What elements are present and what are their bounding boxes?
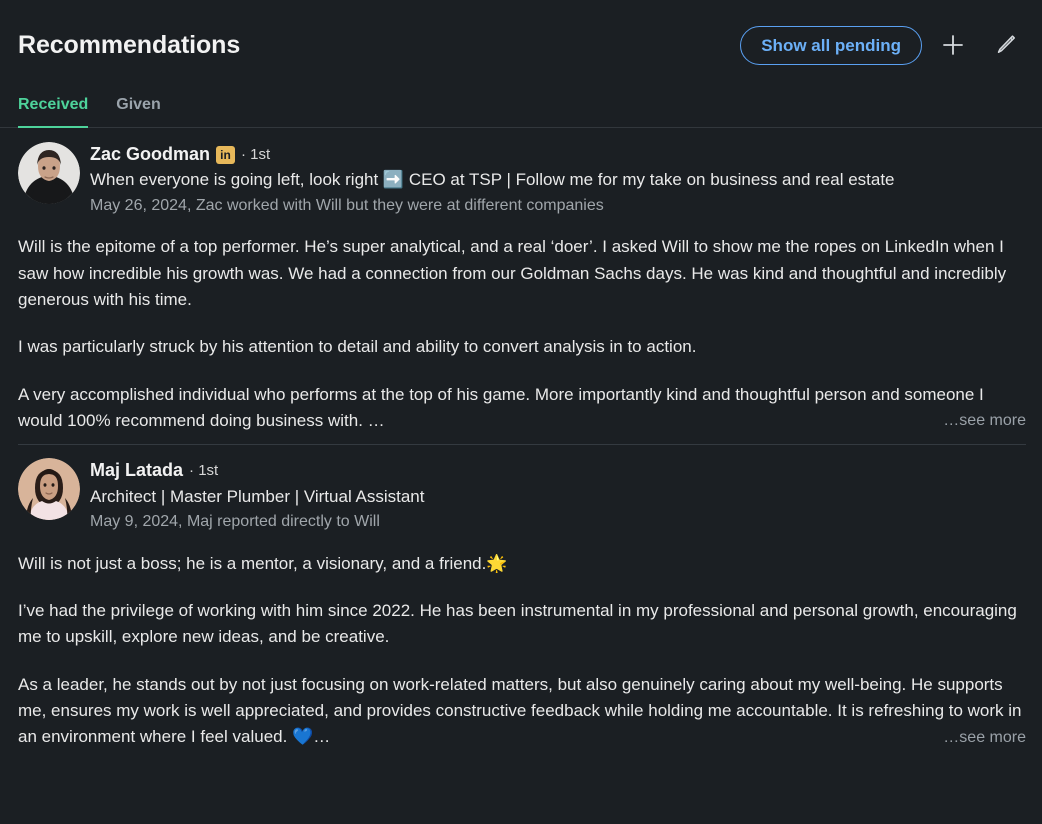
avatar[interactable] bbox=[18, 458, 80, 521]
header-actions: Show all pending bbox=[740, 24, 1026, 66]
recommender-headline: When everyone is going left, look right … bbox=[90, 170, 895, 190]
recommendation-tabs: Received Given bbox=[0, 74, 1042, 128]
recommendation-meta: Zac Goodman in · 1st When everyone is go… bbox=[90, 142, 1026, 217]
recommendation-date-relation: May 9, 2024, Maj reported directly to Wi… bbox=[90, 513, 380, 531]
tab-received[interactable]: Received bbox=[4, 96, 102, 128]
recommendation-paragraph: I’ve had the privilege of working with h… bbox=[18, 600, 1017, 647]
see-more-link[interactable]: …see more bbox=[929, 409, 1026, 435]
recommender-headline: Architect | Master Plumber | Virtual Ass… bbox=[90, 486, 425, 506]
add-recommendation-button[interactable] bbox=[932, 24, 974, 66]
recommendation-item: Zac Goodman in · 1st When everyone is go… bbox=[0, 128, 1042, 444]
recommendation-date-relation: May 26, 2024, Zac worked with Will but t… bbox=[90, 197, 604, 215]
recommendation-paragraph: As a leader, he stands out by not just f… bbox=[18, 674, 1022, 747]
recommender-name[interactable]: Zac Goodman bbox=[90, 143, 210, 166]
recommendation-paragraph: A very accomplished individual who perfo… bbox=[18, 384, 984, 430]
recommendation-header: Zac Goodman in · 1st When everyone is go… bbox=[18, 142, 1026, 217]
recommendation-paragraph: I was particularly struck by his attenti… bbox=[18, 337, 697, 357]
linkedin-badge-icon: in bbox=[216, 145, 236, 164]
connection-degree: · 1st bbox=[241, 145, 271, 163]
recommender-name[interactable]: Maj Latada bbox=[90, 459, 183, 482]
show-all-pending-button[interactable]: Show all pending bbox=[740, 25, 922, 65]
recommender-nameline: Zac Goodman in · 1st bbox=[90, 143, 1026, 166]
recommendation-meta: Maj Latada · 1st Architect | Master Plum… bbox=[90, 458, 1026, 533]
see-more-link[interactable]: …see more bbox=[929, 725, 1026, 751]
recommendation-item: Maj Latada · 1st Architect | Master Plum… bbox=[0, 444, 1042, 760]
plus-icon bbox=[943, 35, 963, 55]
pencil-icon bbox=[997, 35, 1015, 53]
tab-given[interactable]: Given bbox=[102, 96, 174, 128]
recommendation-body: Will is not just a boss; he is a mentor,… bbox=[18, 551, 1026, 751]
avatar[interactable] bbox=[18, 142, 80, 204]
recommendation-header: Maj Latada · 1st Architect | Master Plum… bbox=[18, 458, 1026, 533]
recommender-nameline: Maj Latada · 1st bbox=[90, 459, 1026, 482]
recommendation-paragraph: Will is the epitome of a top performer. … bbox=[18, 237, 1007, 309]
connection-degree: · 1st bbox=[189, 462, 219, 480]
recommendation-list: Zac Goodman in · 1st When everyone is go… bbox=[0, 128, 1042, 761]
recommendation-body: Will is the epitome of a top performer. … bbox=[18, 234, 1026, 435]
recommendation-paragraph: Will is not just a boss; he is a mentor,… bbox=[18, 553, 508, 573]
page-header: Recommendations Show all pending bbox=[0, 0, 1042, 74]
page-title: Recommendations bbox=[18, 30, 241, 59]
edit-recommendations-button[interactable] bbox=[984, 24, 1026, 66]
